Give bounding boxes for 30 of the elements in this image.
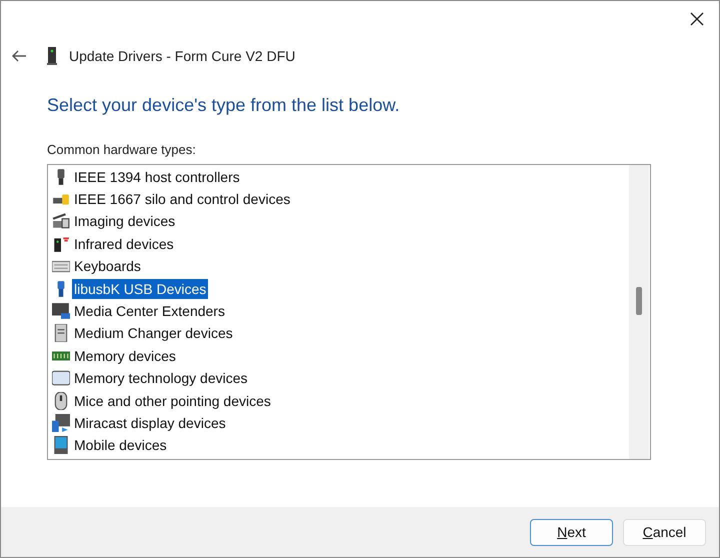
list-item[interactable]: Mobile devices [72,435,169,456]
device-icon [47,47,57,65]
camera-icon [52,212,70,230]
tablet-icon [52,436,70,454]
list-item[interactable]: Keyboards [72,256,143,276]
next-button[interactable]: Next [530,518,613,546]
monitor-icon [52,302,70,320]
scrollbar-thumb[interactable] [636,286,642,314]
list-label: Common hardware types: [47,141,197,159]
cancel-button[interactable]: Cancel [623,518,706,546]
infrared-icon [52,234,70,253]
back-icon[interactable] [11,48,27,64]
window-title: Update Drivers - Form Cure V2 DFU [69,46,296,66]
memory-card-icon [52,369,70,388]
tower-icon [52,324,70,342]
list-item[interactable]: Medium Changer devices [72,323,235,344]
list-item[interactable]: IEEE 1667 silo and control devices [72,189,292,210]
close-icon[interactable] [689,11,705,27]
list-item[interactable]: Memory technology devices [72,368,250,388]
display-icon [52,414,70,432]
list-item[interactable]: Memory devices [72,346,178,366]
list-item[interactable]: Miracast display devices [72,412,228,433]
page-heading: Select your device's type from the list below. [47,94,401,117]
list-item[interactable]: Infrared devices [72,234,176,254]
list-item[interactable]: IEEE 1394 host controllers [72,166,242,187]
list-item[interactable]: Imaging devices [72,211,178,232]
list-item[interactable]: libusbK USB Devices [72,278,208,299]
list-item[interactable]: Mice and other pointing devices [72,390,273,411]
mouse-icon [52,392,70,410]
list-item[interactable]: Media Center Extenders [72,301,227,322]
